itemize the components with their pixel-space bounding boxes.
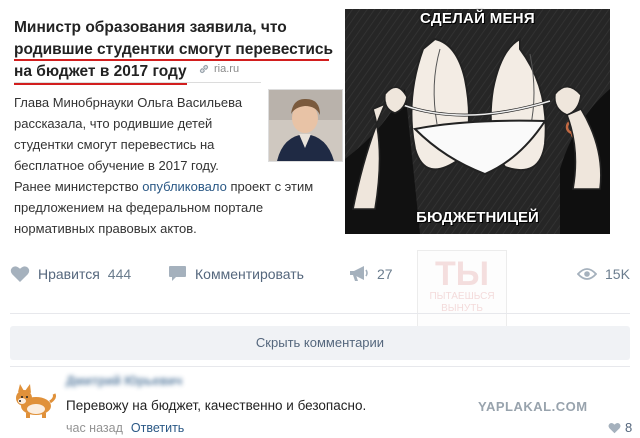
reply-link[interactable]: Ответить (131, 421, 184, 435)
watermark-line-1: ПЫТАЕШЬСЯ (429, 291, 495, 302)
meme-image[interactable] (345, 9, 610, 234)
meme-caption-top: СДЕЛАЙ МЕНЯ (419, 10, 536, 27)
eye-icon (577, 268, 597, 280)
comment-label: Комментировать (195, 266, 304, 282)
headline-line-2: родившие студентки смогут перевестись (14, 41, 334, 58)
article-body: Ранее министерство опубликовало проект с… (14, 176, 344, 239)
heart-icon (608, 422, 621, 433)
comments-separator (10, 366, 630, 367)
like-label: Нравится (38, 266, 100, 282)
headline-divider (14, 82, 261, 83)
link-icon (199, 64, 209, 74)
comment-button[interactable]: Комментировать (168, 262, 304, 286)
meme-caption-bottom: БЮДЖЕТНИЦЕЙ (416, 209, 539, 226)
comment-like-button[interactable]: 8 (608, 420, 632, 435)
headline-line-1: Министр образования заявила, что (14, 19, 287, 36)
comment-author[interactable]: Дмитрий Юрьевич (66, 374, 182, 388)
source-name: ria.ru (214, 63, 240, 75)
share-button[interactable]: 27 (349, 262, 393, 286)
share-count: 27 (377, 266, 393, 282)
minister-photo (268, 89, 343, 162)
article-lead: Глава Минобрнауки Ольга Васильева расска… (14, 95, 243, 173)
heart-icon (10, 266, 30, 282)
source-link[interactable]: ria.ru (198, 63, 239, 75)
headline-underline (14, 59, 329, 61)
hide-comments-button[interactable]: Скрыть комментарии (10, 326, 630, 360)
post-actions: Нравится 444 Комментировать 27 15K (0, 262, 640, 288)
comment-meta: час назад Ответить (66, 421, 184, 435)
body-text-1: Ранее министерство (14, 179, 143, 194)
site-watermark: YAPLAKAL.COM (478, 399, 588, 414)
avatar[interactable] (12, 378, 56, 422)
megaphone-icon (350, 266, 368, 281)
like-button[interactable]: Нравится 444 (10, 262, 131, 286)
like-count: 444 (107, 266, 132, 282)
views-counter: 15K (577, 262, 630, 286)
comment-time[interactable]: час назад (66, 421, 123, 435)
comment-icon (169, 266, 186, 281)
published-link[interactable]: опубликовало (142, 179, 227, 194)
actions-separator (10, 313, 630, 314)
views-count: 15K (605, 266, 630, 282)
comment-text: Перевожу на бюджет, качественно и безопа… (66, 398, 367, 413)
comment-like-count: 8 (625, 420, 633, 435)
news-headline[interactable]: Министр образования заявила, что родивши… (14, 17, 334, 85)
